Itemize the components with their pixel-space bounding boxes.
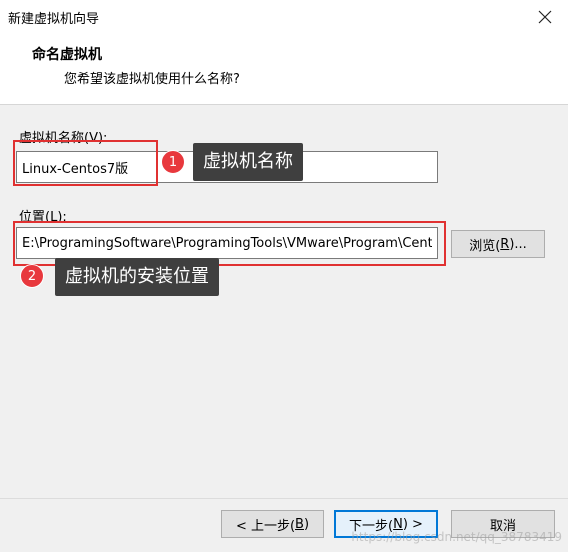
footer-divider [0, 498, 568, 499]
browse-button[interactable]: 浏览(R)... [451, 230, 545, 258]
watermark: https://blog.csdn.net/qq_38783419 [351, 530, 562, 544]
annotation-badge-1: 1 [161, 150, 185, 174]
window-title: 新建虚拟机向导 [8, 12, 100, 27]
back-button[interactable]: < 上一步(B) [221, 510, 324, 538]
close-icon [538, 10, 552, 24]
close-button[interactable] [522, 0, 568, 34]
annotation-callout-2: 虚拟机的安装位置 [55, 258, 219, 296]
vm-location-label: 位置(L): [19, 210, 67, 225]
page-subtitle: 您希望该虚拟机使用什么名称? [64, 72, 240, 87]
wizard-header: 命名虚拟机 您希望该虚拟机使用什么名称? [0, 34, 568, 105]
vm-name-label: 虚拟机名称(V): [19, 131, 108, 146]
annotation-callout-1: 虚拟机名称 [193, 143, 303, 181]
annotation-badge-2: 2 [20, 264, 44, 288]
title-bar: 新建虚拟机向导 [0, 0, 568, 34]
vm-location-input[interactable] [16, 227, 438, 259]
page-title: 命名虚拟机 [32, 47, 102, 63]
